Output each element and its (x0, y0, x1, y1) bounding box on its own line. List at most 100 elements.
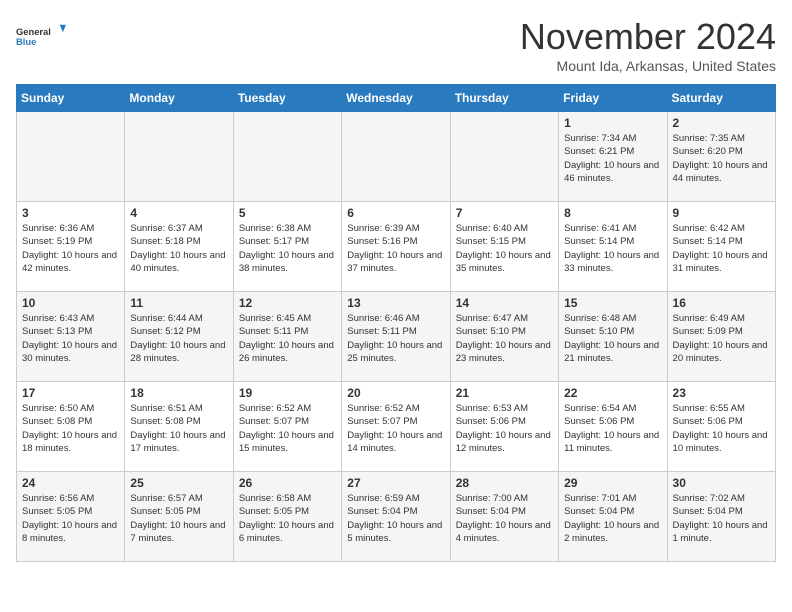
cell-0-5: 1 Sunrise: 7:34 AM Sunset: 6:21 PM Daylig… (559, 112, 667, 202)
day-number: 16 (673, 296, 770, 310)
week-row-2: 3 Sunrise: 6:36 AM Sunset: 5:19 PM Daylig… (17, 202, 776, 292)
day-info: Sunrise: 6:49 AM Sunset: 5:09 PM Dayligh… (673, 312, 770, 365)
cell-3-3: 20 Sunrise: 6:52 AM Sunset: 5:07 PM Dayli… (342, 382, 450, 472)
logo-svg: General Blue (16, 16, 66, 56)
day-info: Sunrise: 6:44 AM Sunset: 5:12 PM Dayligh… (130, 312, 227, 365)
title-block: November 2024 Mount Ida, Arkansas, Unite… (520, 16, 776, 74)
day-info: Sunrise: 6:58 AM Sunset: 5:05 PM Dayligh… (239, 492, 336, 545)
day-number: 28 (456, 476, 553, 490)
day-number: 25 (130, 476, 227, 490)
cell-1-4: 7Sunrise: 6:40 AM Sunset: 5:15 PM Daylig… (450, 202, 558, 292)
day-number: 4 (130, 206, 227, 220)
day-info: Sunrise: 6:54 AM Sunset: 5:06 PM Dayligh… (564, 402, 661, 455)
day-number: 17 (22, 386, 119, 400)
day-number: 12 (239, 296, 336, 310)
location-title: Mount Ida, Arkansas, United States (520, 58, 776, 74)
day-number: 8 (564, 206, 661, 220)
day-number: 14 (456, 296, 553, 310)
logo: General Blue (16, 16, 66, 56)
day-info: Sunrise: 7:35 AM Sunset: 6:20 PM Dayligh… (673, 132, 770, 185)
day-number: 3 (22, 206, 119, 220)
cell-2-2: 12Sunrise: 6:45 AM Sunset: 5:11 PM Dayli… (233, 292, 341, 382)
cell-3-6: 23 Sunrise: 6:55 AM Sunset: 5:06 PM Dayli… (667, 382, 775, 472)
cell-2-1: 11 Sunrise: 6:44 AM Sunset: 5:12 PM Dayli… (125, 292, 233, 382)
day-info: Sunrise: 6:47 AM Sunset: 5:10 PM Dayligh… (456, 312, 553, 365)
cell-4-2: 26 Sunrise: 6:58 AM Sunset: 5:05 PM Dayli… (233, 472, 341, 562)
day-number: 9 (673, 206, 770, 220)
calendar-table: SundayMondayTuesdayWednesdayThursdayFrid… (16, 84, 776, 562)
day-info: Sunrise: 6:40 AM Sunset: 5:15 PM Dayligh… (456, 222, 553, 275)
cell-2-6: 16 Sunrise: 6:49 AM Sunset: 5:09 PM Dayli… (667, 292, 775, 382)
day-info: Sunrise: 6:36 AM Sunset: 5:19 PM Dayligh… (22, 222, 119, 275)
cell-0-4 (450, 112, 558, 202)
header-monday: Monday (125, 85, 233, 112)
cell-0-6: 2 Sunrise: 7:35 AM Sunset: 6:20 PM Daylig… (667, 112, 775, 202)
day-info: Sunrise: 6:43 AM Sunset: 5:13 PM Dayligh… (22, 312, 119, 365)
week-row-3: 10Sunrise: 6:43 AM Sunset: 5:13 PM Dayli… (17, 292, 776, 382)
day-info: Sunrise: 7:34 AM Sunset: 6:21 PM Dayligh… (564, 132, 661, 185)
day-number: 6 (347, 206, 444, 220)
day-info: Sunrise: 6:59 AM Sunset: 5:04 PM Dayligh… (347, 492, 444, 545)
cell-2-0: 10Sunrise: 6:43 AM Sunset: 5:13 PM Dayli… (17, 292, 125, 382)
day-info: Sunrise: 6:52 AM Sunset: 5:07 PM Dayligh… (239, 402, 336, 455)
cell-0-2 (233, 112, 341, 202)
day-info: Sunrise: 6:57 AM Sunset: 5:05 PM Dayligh… (130, 492, 227, 545)
day-info: Sunrise: 6:51 AM Sunset: 5:08 PM Dayligh… (130, 402, 227, 455)
day-number: 19 (239, 386, 336, 400)
day-number: 29 (564, 476, 661, 490)
cell-4-1: 25 Sunrise: 6:57 AM Sunset: 5:05 PM Dayli… (125, 472, 233, 562)
cell-0-3 (342, 112, 450, 202)
svg-text:General: General (16, 27, 51, 37)
day-info: Sunrise: 6:37 AM Sunset: 5:18 PM Dayligh… (130, 222, 227, 275)
day-info: Sunrise: 6:41 AM Sunset: 5:14 PM Dayligh… (564, 222, 661, 275)
cell-4-0: 24 Sunrise: 6:56 AM Sunset: 5:05 PM Dayli… (17, 472, 125, 562)
day-number: 20 (347, 386, 444, 400)
cell-0-1 (125, 112, 233, 202)
cell-2-5: 15Sunrise: 6:48 AM Sunset: 5:10 PM Dayli… (559, 292, 667, 382)
week-row-1: 1 Sunrise: 7:34 AM Sunset: 6:21 PM Daylig… (17, 112, 776, 202)
cell-1-5: 8 Sunrise: 6:41 AM Sunset: 5:14 PM Daylig… (559, 202, 667, 292)
day-number: 27 (347, 476, 444, 490)
day-number: 18 (130, 386, 227, 400)
day-number: 5 (239, 206, 336, 220)
day-number: 2 (673, 116, 770, 130)
cell-3-1: 18 Sunrise: 6:51 AM Sunset: 5:08 PM Dayli… (125, 382, 233, 472)
day-info: Sunrise: 6:48 AM Sunset: 5:10 PM Dayligh… (564, 312, 661, 365)
cell-1-3: 6 Sunrise: 6:39 AM Sunset: 5:16 PM Daylig… (342, 202, 450, 292)
cell-3-4: 21 Sunrise: 6:53 AM Sunset: 5:06 PM Dayli… (450, 382, 558, 472)
header-wednesday: Wednesday (342, 85, 450, 112)
day-info: Sunrise: 7:01 AM Sunset: 5:04 PM Dayligh… (564, 492, 661, 545)
header-tuesday: Tuesday (233, 85, 341, 112)
cell-2-3: 13Sunrise: 6:46 AM Sunset: 5:11 PM Dayli… (342, 292, 450, 382)
day-info: Sunrise: 6:39 AM Sunset: 5:16 PM Dayligh… (347, 222, 444, 275)
day-info: Sunrise: 6:38 AM Sunset: 5:17 PM Dayligh… (239, 222, 336, 275)
day-info: Sunrise: 6:42 AM Sunset: 5:14 PM Dayligh… (673, 222, 770, 275)
day-info: Sunrise: 6:55 AM Sunset: 5:06 PM Dayligh… (673, 402, 770, 455)
header-saturday: Saturday (667, 85, 775, 112)
cell-1-2: 5 Sunrise: 6:38 AM Sunset: 5:17 PM Daylig… (233, 202, 341, 292)
header-row: SundayMondayTuesdayWednesdayThursdayFrid… (17, 85, 776, 112)
day-number: 26 (239, 476, 336, 490)
cell-0-0 (17, 112, 125, 202)
cell-3-5: 22 Sunrise: 6:54 AM Sunset: 5:06 PM Dayli… (559, 382, 667, 472)
header-thursday: Thursday (450, 85, 558, 112)
day-info: Sunrise: 6:56 AM Sunset: 5:05 PM Dayligh… (22, 492, 119, 545)
day-info: Sunrise: 6:52 AM Sunset: 5:07 PM Dayligh… (347, 402, 444, 455)
day-info: Sunrise: 7:02 AM Sunset: 5:04 PM Dayligh… (673, 492, 770, 545)
cell-1-6: 9 Sunrise: 6:42 AM Sunset: 5:14 PM Daylig… (667, 202, 775, 292)
day-info: Sunrise: 7:00 AM Sunset: 5:04 PM Dayligh… (456, 492, 553, 545)
month-title: November 2024 (520, 16, 776, 58)
day-number: 13 (347, 296, 444, 310)
cell-4-5: 29 Sunrise: 7:01 AM Sunset: 5:04 PM Dayli… (559, 472, 667, 562)
day-number: 24 (22, 476, 119, 490)
cell-4-4: 28 Sunrise: 7:00 AM Sunset: 5:04 PM Dayli… (450, 472, 558, 562)
day-number: 21 (456, 386, 553, 400)
day-number: 11 (130, 296, 227, 310)
cell-3-2: 19 Sunrise: 6:52 AM Sunset: 5:07 PM Dayli… (233, 382, 341, 472)
day-number: 1 (564, 116, 661, 130)
day-number: 30 (673, 476, 770, 490)
cell-1-1: 4 Sunrise: 6:37 AM Sunset: 5:18 PM Daylig… (125, 202, 233, 292)
day-number: 23 (673, 386, 770, 400)
day-info: Sunrise: 6:53 AM Sunset: 5:06 PM Dayligh… (456, 402, 553, 455)
day-number: 22 (564, 386, 661, 400)
